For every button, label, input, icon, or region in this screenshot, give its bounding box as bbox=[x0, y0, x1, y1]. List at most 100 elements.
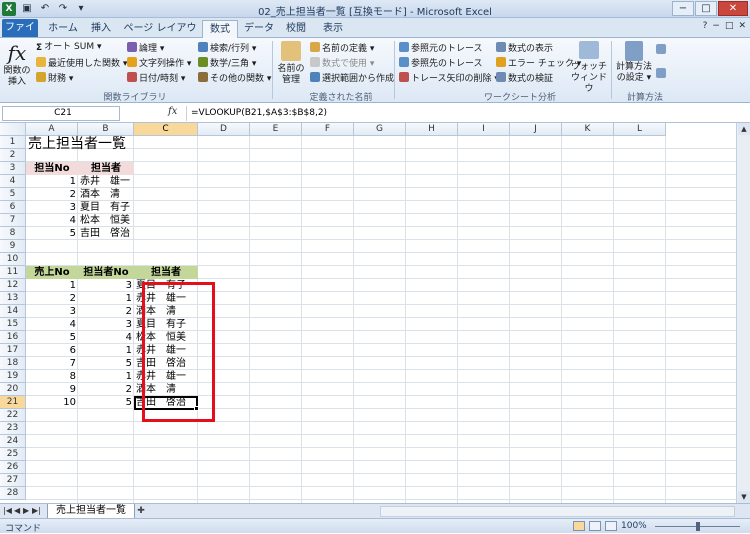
ribbon-minimize-icon[interactable]: − bbox=[712, 21, 720, 31]
sales-no-cell[interactable]: 4 bbox=[26, 318, 78, 331]
lookup-name-cell[interactable]: 松本 恒美 bbox=[78, 214, 134, 227]
error-check-button[interactable]: エラー チェック ▾ bbox=[496, 57, 581, 70]
other-functions-button[interactable]: その他の関数 ▾ bbox=[198, 72, 271, 85]
sales-person-no-cell[interactable]: 4 bbox=[78, 331, 134, 344]
row-header-17[interactable]: 17 bbox=[0, 344, 26, 357]
zoom-level[interactable]: 100% bbox=[621, 521, 647, 531]
tab-file[interactable]: ファイル bbox=[2, 19, 38, 50]
lookup-name-cell[interactable]: 吉田 啓治 bbox=[78, 227, 134, 240]
sales-no-cell[interactable]: 5 bbox=[26, 331, 78, 344]
column-header-b[interactable]: B bbox=[78, 123, 134, 136]
sales-no-cell[interactable]: 3 bbox=[26, 305, 78, 318]
trace-precedents-button[interactable]: 参照元のトレース bbox=[399, 42, 483, 55]
first-sheet-icon[interactable]: |◀ bbox=[3, 506, 12, 515]
sales-no-cell[interactable]: 9 bbox=[26, 383, 78, 396]
row-header-25[interactable]: 25 bbox=[0, 448, 26, 461]
ribbon-close-icon[interactable]: ✕ bbox=[738, 21, 746, 31]
row-header-2[interactable]: 2 bbox=[0, 149, 26, 162]
fx-icon[interactable]: fx bbox=[168, 106, 177, 117]
row-header-19[interactable]: 19 bbox=[0, 370, 26, 383]
column-header-d[interactable]: D bbox=[198, 123, 250, 136]
finance-button[interactable]: 財務 ▾ bbox=[36, 72, 73, 85]
sales-no-cell[interactable]: 8 bbox=[26, 370, 78, 383]
close-button[interactable]: ✕ bbox=[718, 1, 748, 16]
tab-insert[interactable]: 挿入 bbox=[86, 20, 116, 38]
sales-person-no-cell[interactable]: 1 bbox=[78, 344, 134, 357]
sheet-tab-active[interactable]: 売上担当者一覧 bbox=[47, 504, 135, 519]
row-header-21[interactable]: 21 bbox=[0, 396, 26, 409]
logic-button[interactable]: 論理 ▾ bbox=[127, 42, 164, 55]
math-button[interactable]: 数学/三角 ▾ bbox=[198, 57, 256, 70]
tab-page-layout[interactable]: ページ レイアウト bbox=[122, 20, 198, 51]
row-header-16[interactable]: 16 bbox=[0, 331, 26, 344]
column-header-e[interactable]: E bbox=[250, 123, 302, 136]
evaluate-formula-button[interactable]: 数式の検証 bbox=[496, 72, 553, 85]
last-sheet-icon[interactable]: ▶| bbox=[32, 506, 41, 515]
name-manager-button[interactable]: 名前の 管理 bbox=[276, 41, 306, 86]
lookup-name-cell[interactable]: 酒本 清 bbox=[78, 188, 134, 201]
tab-formulas[interactable]: 数式 bbox=[202, 20, 238, 39]
ribbon-restore-icon[interactable]: □ bbox=[725, 21, 734, 31]
remove-arrows-button[interactable]: トレース矢印の削除 ▾ bbox=[399, 72, 499, 85]
horizontal-scrollbar[interactable] bbox=[380, 506, 735, 517]
row-header-28[interactable]: 28 bbox=[0, 487, 26, 500]
column-header-c[interactable]: C bbox=[134, 123, 198, 136]
column-header-a[interactable]: A bbox=[26, 123, 78, 136]
create-from-selection-button[interactable]: 選択範囲から作成 bbox=[310, 72, 394, 85]
column-header-h[interactable]: H bbox=[406, 123, 458, 136]
row-header-24[interactable]: 24 bbox=[0, 435, 26, 448]
row-header-11[interactable]: 11 bbox=[0, 266, 26, 279]
sales-person-no-cell[interactable]: 3 bbox=[78, 318, 134, 331]
trace-dependents-button[interactable]: 参照先のトレース bbox=[399, 57, 483, 70]
row-header-6[interactable]: 6 bbox=[0, 201, 26, 214]
column-header-f[interactable]: F bbox=[302, 123, 354, 136]
select-all-corner[interactable] bbox=[0, 123, 26, 136]
column-header-k[interactable]: K bbox=[562, 123, 614, 136]
text-functions-button[interactable]: 文字列操作 ▾ bbox=[127, 57, 191, 70]
scroll-up-icon[interactable]: ▲ bbox=[738, 123, 750, 135]
autosum-button[interactable]: Σ オート SUM ▾ bbox=[36, 42, 101, 53]
lookup-no-cell[interactable]: 1 bbox=[26, 175, 78, 188]
row-header-18[interactable]: 18 bbox=[0, 357, 26, 370]
row-header-7[interactable]: 7 bbox=[0, 214, 26, 227]
show-formulas-button[interactable]: 数式の表示 bbox=[496, 42, 553, 55]
row-header-14[interactable]: 14 bbox=[0, 305, 26, 318]
column-header-j[interactable]: J bbox=[510, 123, 562, 136]
lookup-header-no[interactable]: 担当No bbox=[26, 162, 78, 175]
column-header-l[interactable]: L bbox=[614, 123, 666, 136]
scroll-down-icon[interactable]: ▼ bbox=[738, 491, 750, 503]
calculate-now-button[interactable] bbox=[656, 44, 668, 57]
lookup-no-cell[interactable]: 4 bbox=[26, 214, 78, 227]
prev-sheet-icon[interactable]: ◀ bbox=[14, 506, 20, 515]
page-break-view-icon[interactable] bbox=[605, 521, 617, 531]
sales-person-no-cell[interactable]: 5 bbox=[78, 396, 134, 409]
sales-header-person[interactable]: 担当者 bbox=[134, 266, 198, 279]
calculation-options-button[interactable]: 計算方法 の設定 ▾ bbox=[614, 41, 654, 84]
sales-person-no-cell[interactable]: 2 bbox=[78, 305, 134, 318]
tab-data[interactable]: データ bbox=[242, 20, 276, 38]
insert-function-button[interactable]: fx 関数の 挿入 bbox=[3, 41, 31, 88]
watch-window-button[interactable]: ウォッチ ウィンドウ bbox=[570, 41, 608, 95]
row-header-8[interactable]: 8 bbox=[0, 227, 26, 240]
worksheet-grid[interactable]: A B C D E F G H I J K L 1 2 3 4 5 6 7 8 9 10 11 12 13 14 15 16 17 18 1… bbox=[0, 123, 736, 503]
sales-no-cell[interactable]: 2 bbox=[26, 292, 78, 305]
sales-no-cell[interactable]: 7 bbox=[26, 357, 78, 370]
row-header-9[interactable]: 9 bbox=[0, 240, 26, 253]
row-header-5[interactable]: 5 bbox=[0, 188, 26, 201]
sales-no-cell[interactable]: 6 bbox=[26, 344, 78, 357]
row-header-3[interactable]: 3 bbox=[0, 162, 26, 175]
lookup-header-name[interactable]: 担当者 bbox=[78, 162, 134, 175]
sales-person-no-cell[interactable]: 1 bbox=[78, 292, 134, 305]
lookup-button[interactable]: 検索/行列 ▾ bbox=[198, 42, 256, 55]
sales-no-cell[interactable]: 1 bbox=[26, 279, 78, 292]
row-header-15[interactable]: 15 bbox=[0, 318, 26, 331]
row-header-12[interactable]: 12 bbox=[0, 279, 26, 292]
sales-header-person-no[interactable]: 担当者No bbox=[78, 266, 134, 279]
page-layout-view-icon[interactable] bbox=[589, 521, 601, 531]
lookup-name-cell[interactable]: 赤井 雄一 bbox=[78, 175, 134, 188]
row-header-26[interactable]: 26 bbox=[0, 461, 26, 474]
name-box[interactable]: C21 bbox=[2, 106, 120, 121]
minimize-button[interactable]: − bbox=[672, 1, 694, 16]
recent-functions-button[interactable]: 最近使用した関数 ▾ bbox=[36, 57, 127, 70]
column-header-i[interactable]: I bbox=[458, 123, 510, 136]
